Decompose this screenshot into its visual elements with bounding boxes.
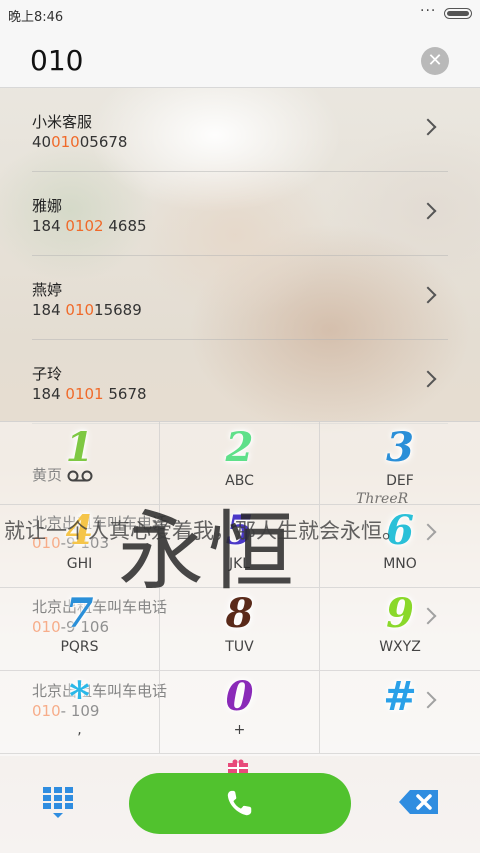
key-digit: 3 xyxy=(386,424,414,471)
key-letters: GHI xyxy=(66,556,93,572)
chevron-right-icon xyxy=(419,286,437,304)
contact-number: 4001005678 xyxy=(32,133,127,151)
number-prefix: 40 xyxy=(32,133,52,151)
number-suffix: 15689 xyxy=(94,301,142,319)
number-prefix: 184 xyxy=(32,385,66,403)
key-letters: WXYZ xyxy=(379,639,421,655)
key-digit: 9 xyxy=(386,590,414,637)
contact-name: 小米客服 xyxy=(32,113,93,131)
chevron-right-icon xyxy=(419,118,437,136)
key-digit: 0 xyxy=(225,673,254,720)
number-suffix: 4685 xyxy=(103,217,147,235)
dial-key[interactable]: 2 ABC xyxy=(160,422,320,505)
dial-key[interactable]: *, xyxy=(0,671,160,754)
phone-icon xyxy=(227,790,252,816)
close-circle-icon[interactable]: ✕ xyxy=(421,47,449,75)
key-digit: 6 xyxy=(386,507,414,554)
bottom-action-bar xyxy=(0,755,480,853)
key-letters: DEF xyxy=(386,473,414,489)
dial-key[interactable]: 0 + xyxy=(160,671,320,754)
key-letters: PQRS xyxy=(60,639,99,655)
battery-icon xyxy=(444,8,472,19)
number-match-highlight: 0102 xyxy=(65,217,104,235)
chevron-right-icon xyxy=(419,370,437,388)
voicemail-icon xyxy=(0,469,159,487)
call-button[interactable] xyxy=(129,773,351,834)
status-menu-dots: ··· xyxy=(420,3,437,19)
key-letters: TUV xyxy=(225,639,254,655)
dial-key[interactable]: 7 PQRS xyxy=(0,588,160,671)
number-match-highlight: 010 xyxy=(51,133,80,151)
key-digit: 2 xyxy=(225,424,254,471)
contact-name: 燕婷 xyxy=(32,281,63,299)
dial-key[interactable]: 5 JKL xyxy=(160,505,320,588)
dialed-number[interactable]: 010 xyxy=(30,44,83,77)
key-digit: * xyxy=(69,673,90,720)
dial-input-row: 010 xyxy=(0,28,480,88)
number-match-highlight: 010 xyxy=(65,301,95,319)
contact-name: 雅娜 xyxy=(32,197,63,215)
key-digit: 7 xyxy=(65,590,94,637)
key-digit: 4 xyxy=(65,507,94,554)
status-time: 晚上8:46 xyxy=(8,10,64,25)
key-letters: ABC xyxy=(225,473,254,489)
key-digit: # xyxy=(383,673,417,720)
contact-name: 子玲 xyxy=(32,365,63,383)
dial-key[interactable]: 9 WXYZ xyxy=(320,588,480,671)
contact-row[interactable]: 雅娜 184 0102 4685 xyxy=(32,171,448,256)
key-digit: 1 xyxy=(65,424,94,471)
number-suffix: 05678 xyxy=(79,133,128,151)
backspace-icon[interactable] xyxy=(398,789,440,815)
key-digit: 5 xyxy=(225,507,254,554)
number-match-highlight: 0101 xyxy=(65,385,104,403)
contact-number: 184 01015689 xyxy=(32,301,142,319)
dial-key[interactable]: 1 xyxy=(0,422,160,505)
key-digit: 8 xyxy=(225,590,254,637)
dial-key[interactable]: 4 GHI xyxy=(0,505,160,588)
status-bar: 晚上8:46 ··· xyxy=(0,0,480,28)
dialpad-icon[interactable] xyxy=(40,785,76,821)
number-prefix: 184 xyxy=(32,301,66,319)
number-prefix: 184 xyxy=(32,217,66,235)
contact-row[interactable]: 子玲 184 0101 5678 xyxy=(32,339,448,424)
dial-key[interactable]: 3 DEF xyxy=(320,422,480,505)
contact-row[interactable]: 小米客服 4001005678 xyxy=(32,87,448,172)
key-letters: + xyxy=(233,722,246,738)
dial-key[interactable]: 6 MNO xyxy=(320,505,480,588)
key-letters: JKL xyxy=(228,556,251,572)
chevron-right-icon xyxy=(419,202,437,220)
contact-number: 184 0102 4685 xyxy=(32,217,147,235)
number-suffix: 5678 xyxy=(103,385,147,403)
dial-keypad: 1 2 ABC 3 DEF 4 GHI 5 JKL 6 MNO 7 PQRS 8 TUV 9 WXYZ *, 0 + # xyxy=(0,421,480,756)
dial-key[interactable]: 8 TUV xyxy=(160,588,320,671)
contact-row[interactable]: 燕婷 184 01015689 xyxy=(32,255,448,340)
dial-key[interactable]: # xyxy=(320,671,480,754)
key-letters: MNO xyxy=(383,556,417,572)
contact-number: 184 0101 5678 xyxy=(32,385,147,403)
key-letters: , xyxy=(77,722,82,738)
